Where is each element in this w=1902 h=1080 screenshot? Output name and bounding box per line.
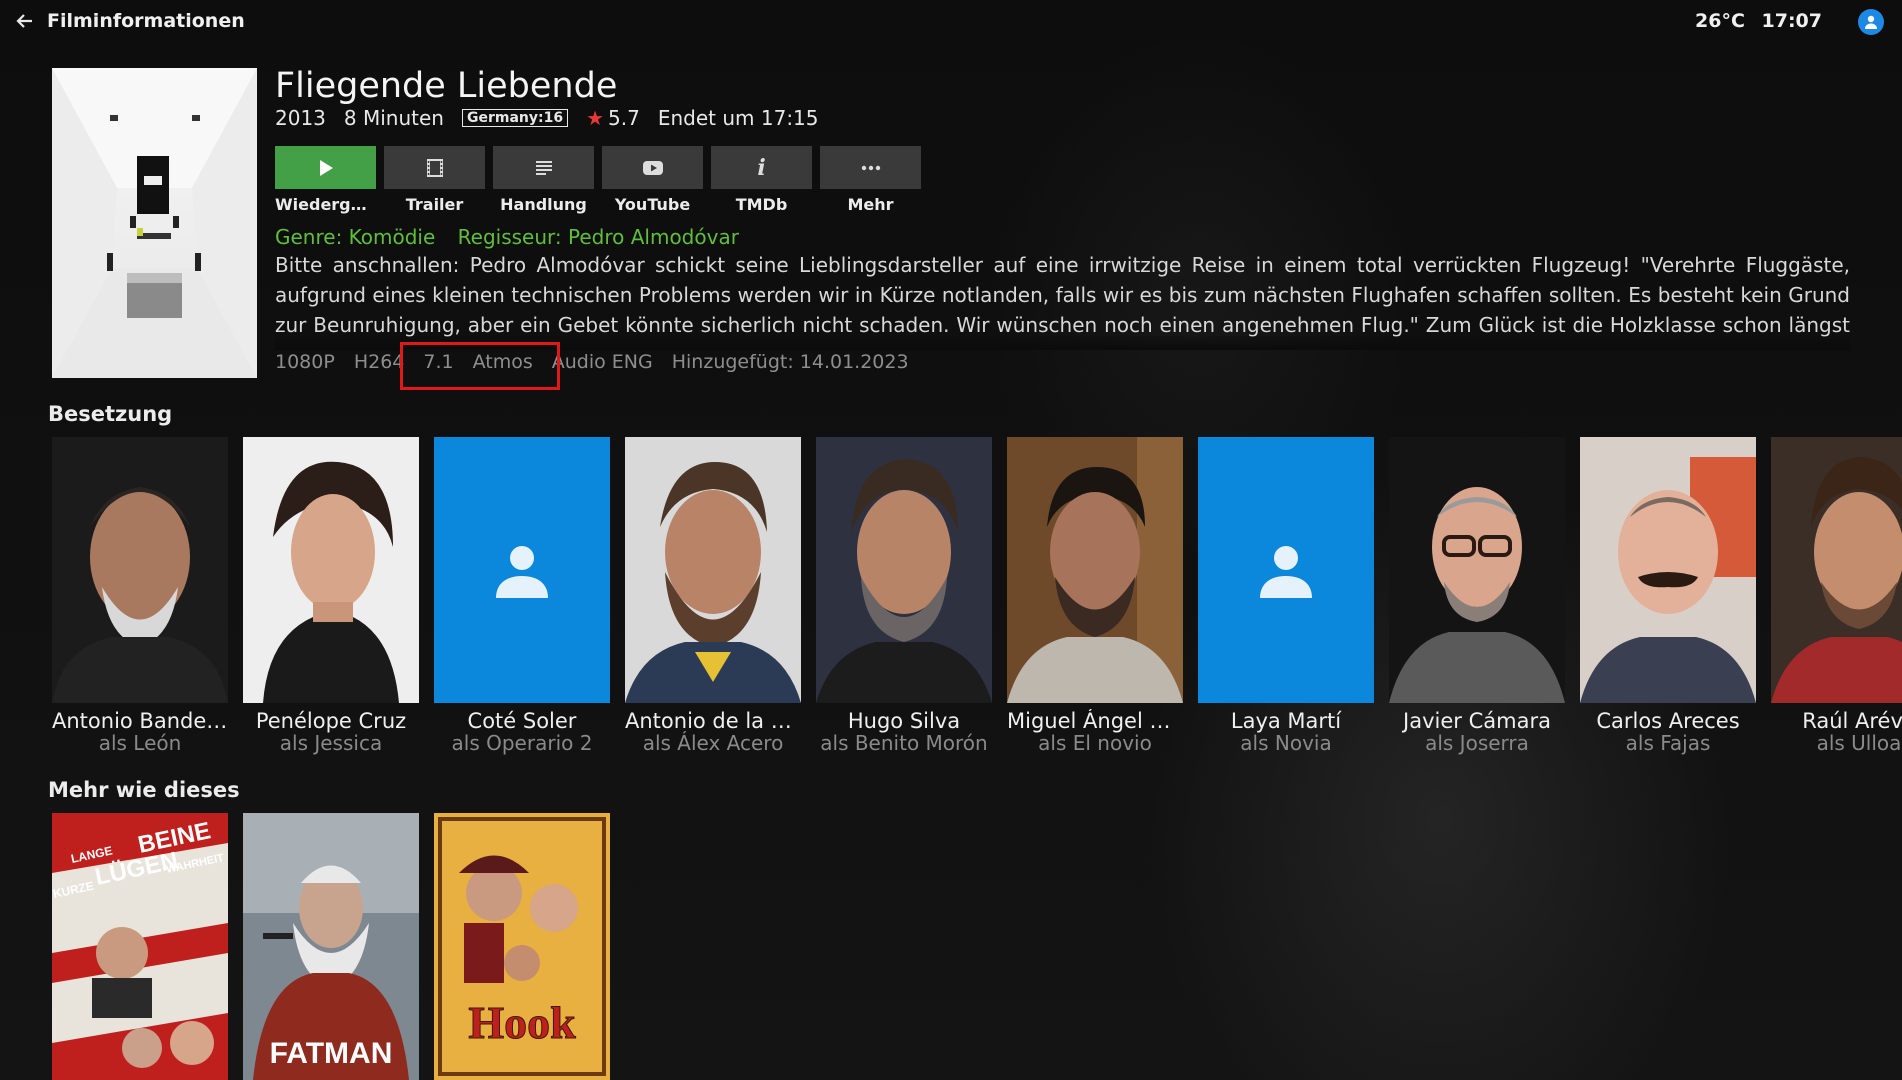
profile-button[interactable] (1858, 9, 1884, 35)
actor-name: Raúl Aréva (1802, 709, 1902, 733)
actor-name: Javier Cámara (1403, 709, 1551, 733)
cast-card[interactable]: Antonio de la T... als Álex Acero (625, 437, 801, 755)
actor-role: als León (98, 731, 182, 755)
actor-name: Penélope Cruz (255, 709, 407, 733)
cast-card[interactable]: Raúl Aréva als Ulloa (1771, 437, 1902, 755)
page-title: Filminformationen (47, 10, 245, 32)
actor-role: als Novia (1240, 731, 1332, 755)
cast-card[interactable]: Antonio Bander... als León (52, 437, 228, 755)
star-icon: ★ (586, 106, 605, 130)
cast-card[interactable]: Hugo Silva als Benito Morón (816, 437, 992, 755)
cast-card[interactable]: Coté Soler als Operario 2 (434, 437, 610, 755)
actor-photo (52, 437, 228, 703)
director-link[interactable]: Regisseur: Pedro Almodóvar (458, 225, 739, 249)
genre-link[interactable]: Genre: Komödie (275, 225, 435, 249)
action-buttons: Wiedergeb... Trailer Handlung YouTube (275, 146, 929, 214)
actor-name: Laya Martí (1230, 709, 1342, 733)
person-placeholder-icon (1260, 546, 1312, 598)
status-area: 26°C 17:07 (1695, 10, 1822, 32)
movie-end-time: Endet um 17:15 (657, 106, 819, 130)
similar-movie-poster[interactable]: FATMAN (243, 813, 419, 1080)
cast-list: Antonio Bander... als León Penélope Cruz… (52, 437, 1902, 767)
cast-section-title: Besetzung (48, 402, 173, 426)
actor-photo (816, 437, 992, 703)
trailer-button[interactable]: Trailer (384, 146, 485, 214)
actor-photo (625, 437, 801, 703)
actor-name: Miguel Ángel Si... (1007, 709, 1183, 733)
person-placeholder-icon (496, 546, 548, 598)
tech-info-row: 1080P H264 7.1 Atmos Audio ENG Hinzugefü… (275, 351, 928, 373)
more-dots-icon (861, 165, 880, 170)
actor-name: Coté Soler (467, 709, 577, 733)
date-added: Hinzugefügt: 14.01.2023 (671, 351, 909, 373)
youtube-button[interactable]: YouTube (602, 146, 703, 214)
actor-role: als Joserra (1425, 731, 1529, 755)
actor-photo-placeholder (1198, 437, 1374, 703)
actor-role: als Operario 2 (451, 731, 593, 755)
movie-year: 2013 (275, 106, 326, 130)
codec-flag: H264 (353, 351, 405, 373)
actor-photo (243, 437, 419, 703)
text-lines-icon (535, 160, 552, 175)
actor-role: als Benito Morón (820, 731, 988, 755)
actor-name: Antonio Bander... (52, 709, 228, 733)
cast-card[interactable]: Laya Martí als Novia (1198, 437, 1374, 755)
youtube-icon (642, 160, 663, 175)
actor-photo (1007, 437, 1183, 703)
genre-director-row: Genre: Komödie Regisseur: Pedro Almodóva… (275, 225, 739, 249)
movie-duration: 8 Minuten (343, 106, 444, 130)
actor-role: als El novio (1038, 731, 1152, 755)
actor-photo (1771, 437, 1902, 703)
poster-text: Hook (468, 997, 576, 1048)
tmdb-button[interactable]: i TMDb (711, 146, 812, 214)
movie-poster (52, 68, 257, 378)
play-icon (319, 159, 333, 176)
plot-text[interactable]: Bitte anschnallen: Pedro Almodóvar schic… (275, 250, 1850, 346)
actor-photo-placeholder (434, 437, 610, 703)
movie-rating: 5.7 (608, 106, 640, 130)
similar-movie-poster[interactable]: Hook (434, 813, 610, 1080)
play-button[interactable]: Wiedergeb... (275, 146, 376, 214)
top-bar: Filminformationen 26°C 17:07 (0, 0, 1902, 42)
actor-role: als Álex Acero (642, 731, 784, 755)
actor-role: als Jessica (279, 731, 383, 755)
info-icon: i (757, 154, 766, 181)
clock: 17:07 (1761, 10, 1822, 32)
cast-card[interactable]: Javier Cámara als Joserra (1389, 437, 1565, 755)
actor-role: als Ulloa (1816, 731, 1902, 755)
cast-card[interactable]: Carlos Areces als Fajas (1580, 437, 1756, 755)
back-arrow-icon[interactable] (14, 10, 36, 32)
similar-section-title: Mehr wie dieses (48, 778, 240, 802)
plot-button[interactable]: Handlung (493, 146, 594, 214)
actor-photo (1389, 437, 1565, 703)
cast-card[interactable]: Penélope Cruz als Jessica (243, 437, 419, 755)
actor-name: Hugo Silva (847, 709, 961, 733)
poster-text: FATMAN (270, 1037, 393, 1070)
movie-meta-row: 2013 8 Minuten Germany:16 ★ 5.7 Endet um… (275, 106, 837, 130)
temperature: 26°C (1695, 10, 1745, 32)
actor-role: als Fajas (1625, 731, 1711, 755)
similar-movie-poster[interactable]: BEINE LANGE LÜGEN KURZE WAHRHEIT (52, 813, 228, 1080)
age-rating-badge: Germany:16 (461, 109, 569, 127)
actor-name: Antonio de la T... (625, 709, 801, 733)
more-button[interactable]: Mehr (820, 146, 921, 214)
actor-photo (1580, 437, 1756, 703)
resolution-flag: 1080P (275, 351, 335, 373)
user-icon (1865, 15, 1877, 29)
actor-name: Carlos Areces (1596, 709, 1740, 733)
audio-language-flag: Audio ENG (551, 351, 653, 373)
film-icon (426, 158, 443, 177)
movie-title: Fliegende Liebende (275, 66, 618, 106)
cast-card[interactable]: Miguel Ángel Si... als El novio (1007, 437, 1183, 755)
annotation-highlight-box (400, 342, 560, 390)
